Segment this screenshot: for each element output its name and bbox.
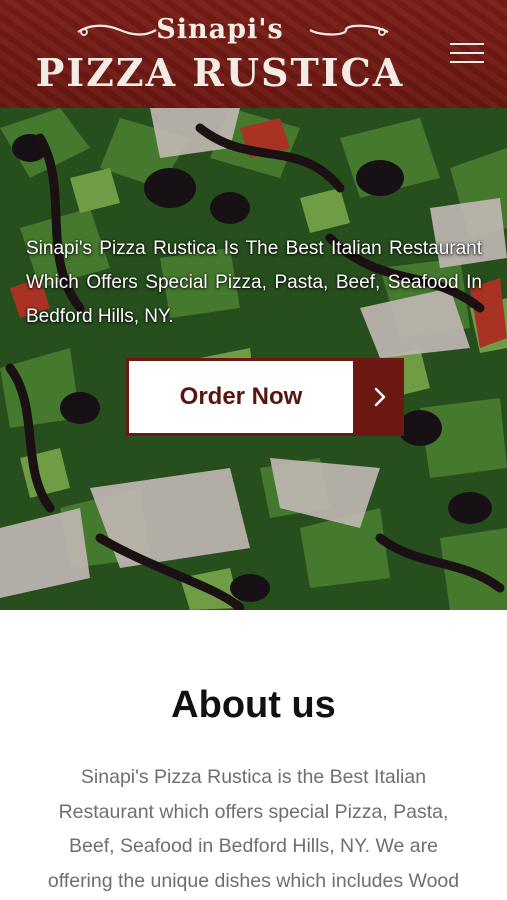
chevron-right-icon xyxy=(356,358,404,436)
menu-line xyxy=(450,52,484,54)
hero-tagline: Sinapi's Pizza Rustica Is The Best Itali… xyxy=(26,238,482,327)
order-now-label: Order Now xyxy=(126,358,356,436)
order-now-button[interactable]: Order Now xyxy=(126,358,404,436)
logo-flourish-right-icon xyxy=(309,24,389,36)
hero-banner: Sinapi's Pizza Rustica Is The Best Itali… xyxy=(0,108,507,610)
about-text: Sinapi's Pizza Rustica is the Best Itali… xyxy=(47,766,460,892)
about-title: About us xyxy=(171,684,336,726)
menu-line xyxy=(450,61,484,63)
hamburger-menu-icon[interactable] xyxy=(450,40,484,66)
menu-line xyxy=(450,43,484,45)
site-header: Sinapi's PIZZA RUSTICA xyxy=(0,0,507,108)
logo-title: PIZZA RUSTICA xyxy=(35,50,405,95)
logo[interactable]: Sinapi's PIZZA RUSTICA xyxy=(20,10,420,100)
